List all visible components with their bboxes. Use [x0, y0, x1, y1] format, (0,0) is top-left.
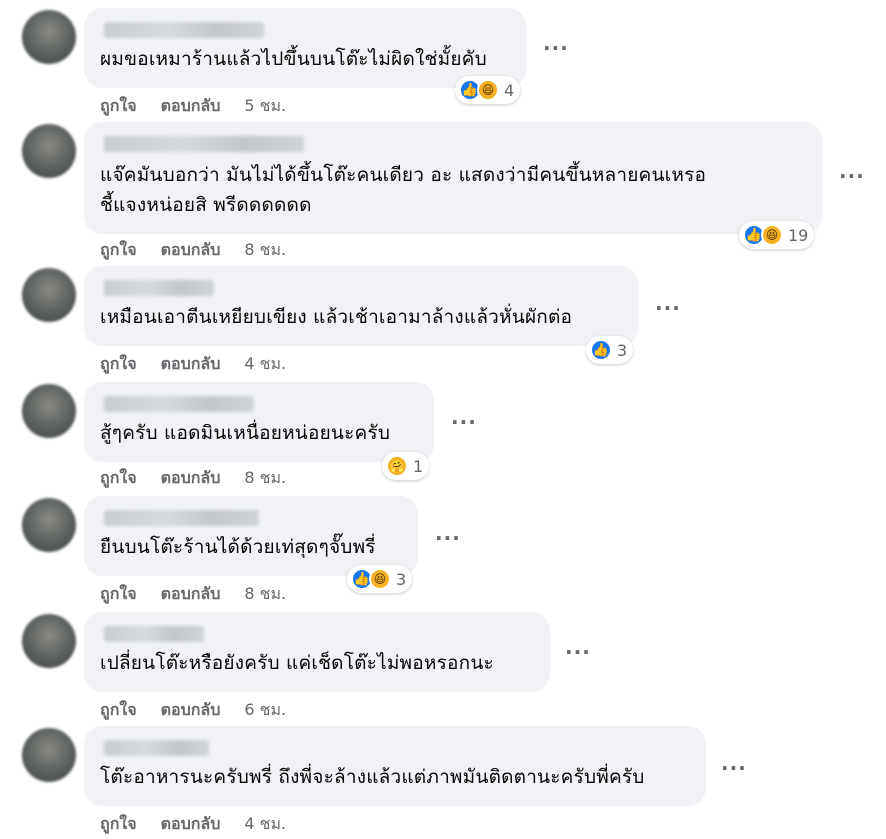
- comment-time[interactable]: 6 ชม.: [244, 698, 286, 723]
- comment-time[interactable]: 5 ชม.: [244, 94, 286, 119]
- reply-link[interactable]: ตอบกลับ: [161, 238, 221, 263]
- comment-actions: ถูกใจ ตอบกลับ 4 ชม.: [100, 352, 286, 377]
- comment-actions: ถูกใจ ตอบกลับ 5 ชม.: [100, 94, 286, 119]
- comment-text: แจ๊คมันบอกว่า มันไม่ได้ขึ้นโต๊ะคนเดียว อ…: [100, 164, 707, 186]
- comment-time[interactable]: 4 ชม.: [244, 812, 286, 837]
- author-name[interactable]: [104, 510, 259, 526]
- haha-reaction-icon: 😆: [477, 79, 499, 101]
- author-name[interactable]: [104, 136, 304, 152]
- avatar[interactable]: [22, 10, 76, 64]
- reaction-summary[interactable]: 🤗 1: [382, 452, 430, 480]
- comment-text: ยืนบนโต๊ะร้านได้ด้วยเท่สุดๆจั๊บพรี่: [100, 536, 376, 558]
- avatar[interactable]: [22, 384, 76, 438]
- comment-bubble: โต๊ะอาหารนะครับพรี่ ถึงพี่จะล้างแล้วแต่ภ…: [84, 726, 706, 806]
- avatar[interactable]: [22, 124, 76, 178]
- reply-link[interactable]: ตอบกลับ: [161, 94, 221, 119]
- author-name[interactable]: [104, 626, 204, 642]
- comment-bubble: สู้ๆครับ แอดมินเหนื่อยหน่อยนะครับ: [84, 382, 434, 462]
- reaction-summary[interactable]: 👍 😆 3: [347, 565, 413, 593]
- like-link[interactable]: ถูกใจ: [100, 582, 137, 607]
- more-options-icon[interactable]: ···: [435, 526, 461, 550]
- reaction-summary[interactable]: 👍 3: [586, 336, 634, 364]
- comment-text: โต๊ะอาหารนะครับพรี่ ถึงพี่จะล้างแล้วแต่ภ…: [100, 766, 645, 788]
- reaction-count: 3: [396, 569, 407, 589]
- comment-actions: ถูกใจ ตอบกลับ 4 ชม.: [100, 812, 286, 837]
- haha-reaction-icon: 😆: [369, 568, 391, 590]
- haha-reaction-icon: 😆: [761, 224, 783, 246]
- like-link[interactable]: ถูกใจ: [100, 812, 137, 837]
- like-link[interactable]: ถูกใจ: [100, 698, 137, 723]
- reply-link[interactable]: ตอบกลับ: [161, 352, 221, 377]
- comment-text: เหมือนเอาตีนเหยียบเขียง แล้วเช้าเอามาล้า…: [100, 306, 573, 328]
- like-link[interactable]: ถูกใจ: [100, 238, 137, 263]
- comment-actions: ถูกใจ ตอบกลับ 8 ชม.: [100, 466, 286, 491]
- avatar[interactable]: [22, 498, 76, 552]
- reaction-summary[interactable]: 👍 😆 4: [455, 76, 521, 104]
- comment-bubble: เปลี่ยนโต๊ะหรือยังครับ แค่เช็ดโต๊ะไม่พอห…: [84, 612, 550, 692]
- reaction-summary[interactable]: 👍 😆 19: [739, 221, 815, 249]
- comment-feed: ผมขอเหมาร้านแล้วไปขึ้นบนโต๊ะไม่ผิดใช่มั้…: [0, 0, 886, 839]
- like-link[interactable]: ถูกใจ: [100, 94, 137, 119]
- reaction-count: 3: [617, 340, 628, 360]
- like-link[interactable]: ถูกใจ: [100, 352, 137, 377]
- comment-time[interactable]: 8 ชม.: [244, 466, 286, 491]
- comment-actions: ถูกใจ ตอบกลับ 8 ชม.: [100, 238, 286, 263]
- reaction-count: 4: [504, 80, 515, 100]
- comment-bubble: เหมือนเอาตีนเหยียบเขียง แล้วเช้าเอามาล้า…: [84, 266, 638, 346]
- comment-actions: ถูกใจ ตอบกลับ 6 ชม.: [100, 698, 286, 723]
- reaction-count: 1: [413, 456, 424, 476]
- avatar[interactable]: [22, 728, 76, 782]
- more-options-icon[interactable]: ···: [839, 164, 865, 188]
- reply-link[interactable]: ตอบกลับ: [161, 812, 221, 837]
- comment-text: เปลี่ยนโต๊ะหรือยังครับ แค่เช็ดโต๊ะไม่พอห…: [100, 652, 494, 674]
- more-options-icon[interactable]: ···: [655, 296, 681, 320]
- avatar[interactable]: [22, 614, 76, 668]
- more-options-icon[interactable]: ···: [543, 36, 569, 60]
- author-name[interactable]: [104, 740, 209, 756]
- reply-link[interactable]: ตอบกลับ: [161, 466, 221, 491]
- care-reaction-icon: 🤗: [386, 455, 408, 477]
- comment-time[interactable]: 8 ชม.: [244, 238, 286, 263]
- comment-text: สู้ๆครับ แอดมินเหนื่อยหน่อยนะครับ: [100, 422, 391, 444]
- author-name[interactable]: [104, 280, 214, 296]
- reply-link[interactable]: ตอบกลับ: [161, 698, 221, 723]
- avatar[interactable]: [22, 268, 76, 322]
- comment-actions: ถูกใจ ตอบกลับ 8 ชม.: [100, 582, 286, 607]
- like-reaction-icon: 👍: [590, 339, 612, 361]
- comment-bubble: ยืนบนโต๊ะร้านได้ด้วยเท่สุดๆจั๊บพรี่: [84, 496, 418, 576]
- more-options-icon[interactable]: ···: [451, 410, 477, 434]
- more-options-icon[interactable]: ···: [565, 640, 591, 664]
- comment-text: ผมขอเหมาร้านแล้วไปขึ้นบนโต๊ะไม่ผิดใช่มั้…: [100, 48, 487, 70]
- more-options-icon[interactable]: ···: [721, 756, 747, 780]
- like-link[interactable]: ถูกใจ: [100, 466, 137, 491]
- author-name[interactable]: [104, 396, 254, 412]
- reply-link[interactable]: ตอบกลับ: [161, 582, 221, 607]
- comment-text: ชี้แจงหน่อยสิ พรีดดดดดด: [100, 194, 312, 216]
- reaction-count: 19: [788, 225, 809, 245]
- comment-bubble: แจ๊คมันบอกว่า มันไม่ได้ขึ้นโต๊ะคนเดียว อ…: [84, 122, 822, 234]
- comment-bubble: ผมขอเหมาร้านแล้วไปขึ้นบนโต๊ะไม่ผิดใช่มั้…: [84, 8, 526, 88]
- comment-time[interactable]: 4 ชม.: [244, 352, 286, 377]
- author-name[interactable]: [104, 22, 264, 38]
- comment-time[interactable]: 8 ชม.: [244, 582, 286, 607]
